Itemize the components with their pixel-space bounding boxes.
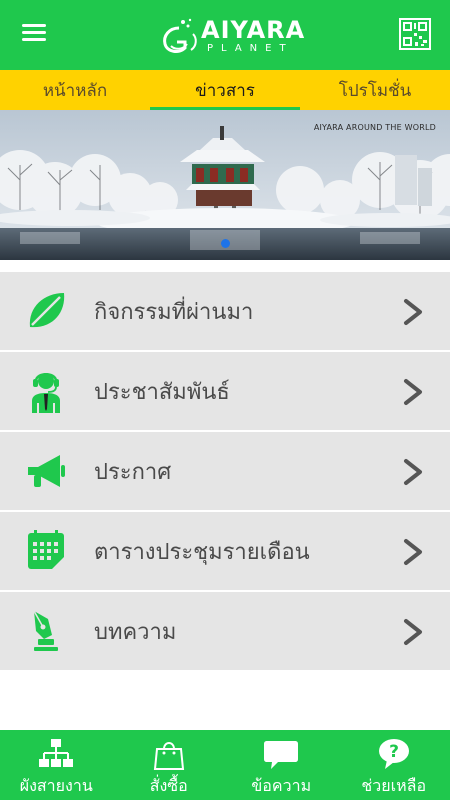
org-chart-icon	[39, 739, 74, 767]
leaf-icon	[29, 293, 65, 328]
hamburger-icon[interactable]	[22, 20, 58, 50]
menu-item-label: ประชาสัมพันธ์	[94, 379, 230, 405]
menu-item-public-relations[interactable]: ประชาสัมพันธ์	[0, 352, 450, 430]
menu-item-article[interactable]: บทความ	[0, 592, 450, 670]
nav-help[interactable]: ? ช่วยเหลือ	[338, 730, 450, 800]
logo-text: AIYARA	[201, 16, 306, 44]
logo-subtext: PLANET	[207, 43, 294, 54]
chat-bubble-icon	[264, 741, 299, 769]
tab-news[interactable]: ข่าวสาร	[150, 70, 300, 110]
chevron-right-icon	[404, 619, 422, 645]
chevron-right-icon	[404, 539, 422, 565]
menu-item-past-activities[interactable]: กิจกรรมที่ผ่านมา	[0, 272, 450, 350]
carousel-dot-active[interactable]	[220, 239, 230, 248]
chevron-right-icon	[404, 299, 422, 325]
top-tabs: หน้าหลัก ข่าวสาร โปรโมชั่น	[0, 70, 450, 110]
chevron-right-icon	[404, 459, 422, 485]
qr-code-icon[interactable]	[399, 18, 431, 50]
help-icon: ?	[378, 739, 409, 769]
menu-item-label: ประกาศ	[94, 459, 172, 485]
calendar-icon	[28, 530, 64, 569]
banner-image	[0, 110, 450, 260]
nav-label: ผังสายงาน	[19, 776, 93, 795]
bottom-nav: ผังสายงาน สั่งซื้อ ข้อความ ? ช่วยเหลือ	[0, 730, 450, 800]
shopping-bag-icon	[153, 742, 184, 770]
menu-item-label: ตารางประชุมรายเดือน	[94, 539, 310, 565]
banner-carousel[interactable]: AIYARA AROUND THE WORLD	[0, 110, 450, 260]
tab-home[interactable]: หน้าหลัก	[0, 70, 150, 110]
nav-label: ช่วยเหลือ	[361, 776, 427, 795]
menu-item-announcement[interactable]: ประกาศ	[0, 432, 450, 510]
logo-mark	[163, 18, 197, 53]
carousel-dots	[0, 239, 450, 248]
megaphone-icon	[28, 455, 65, 487]
chevron-right-icon	[404, 379, 422, 405]
app-header: AIYARA PLANET	[0, 0, 450, 70]
tab-promotion[interactable]: โปรโมชั่น	[300, 70, 450, 110]
app-logo: AIYARA PLANET	[155, 12, 315, 60]
news-menu-list: กิจกรรมที่ผ่านมา ประชาสัมพันธ์ ประกาศ ตา…	[0, 272, 450, 672]
banner-caption: AIYARA AROUND THE WORLD	[313, 123, 436, 132]
svg-text:?: ?	[389, 742, 399, 762]
menu-item-label: บทความ	[94, 619, 177, 645]
menu-item-monthly-meeting[interactable]: ตารางประชุมรายเดือน	[0, 512, 450, 590]
headset-person-icon	[32, 373, 60, 413]
nav-label: สั่งซื้อ	[149, 776, 188, 795]
nav-order[interactable]: สั่งซื้อ	[113, 730, 226, 800]
menu-item-label: กิจกรรมที่ผ่านมา	[94, 299, 254, 325]
pen-nib-icon	[33, 610, 58, 651]
nav-message[interactable]: ข้อความ	[225, 730, 338, 800]
nav-label: ข้อความ	[251, 776, 312, 795]
nav-org-chart[interactable]: ผังสายงาน	[0, 730, 113, 800]
